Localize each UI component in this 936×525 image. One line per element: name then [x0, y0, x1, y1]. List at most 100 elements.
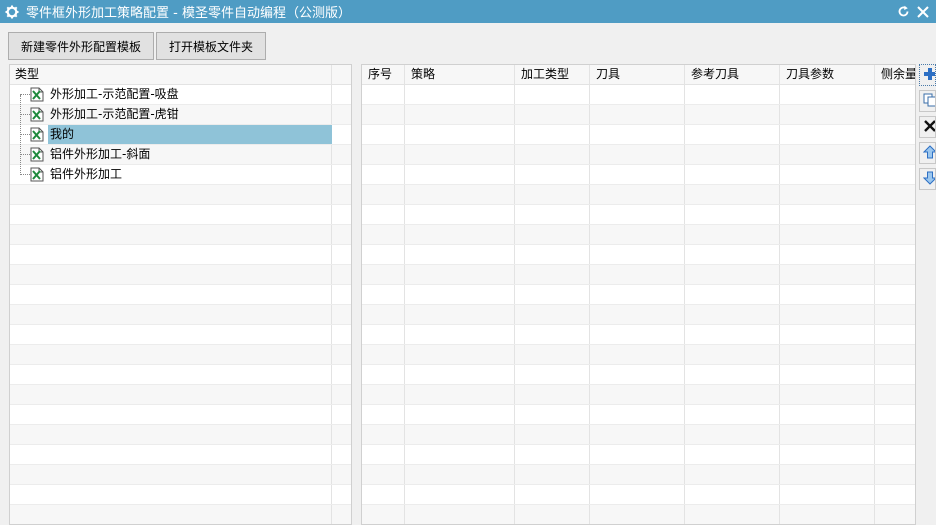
grid-cell [405, 245, 515, 264]
grid-cell [405, 425, 515, 444]
grid-cell [405, 85, 515, 104]
grid-cell [405, 205, 515, 224]
grid-cell [515, 325, 590, 344]
grid-cell [362, 485, 405, 504]
grid-cell [590, 385, 685, 404]
grid-cell [780, 365, 875, 384]
grid-cell [590, 225, 685, 244]
column-header-type[interactable]: 类型 [10, 65, 332, 84]
tree-row [10, 305, 351, 325]
grid-cell [875, 485, 915, 504]
column-header[interactable]: 刀具参数 [780, 65, 875, 84]
grid-cell [685, 225, 780, 244]
grid-row [362, 305, 915, 325]
grid-cell [405, 225, 515, 244]
grid-cell [685, 165, 780, 184]
grid-cell [875, 125, 915, 144]
add-row-button[interactable] [919, 64, 936, 86]
grid-cell [875, 225, 915, 244]
grid-cell [590, 425, 685, 444]
grid-cell [875, 365, 915, 384]
grid-cell [685, 505, 780, 524]
grid-cell [515, 445, 590, 464]
grid-cell [590, 105, 685, 124]
grid-cell [875, 245, 915, 264]
grid-header: 序号 策略 加工类型 刀具 参考刀具 刀具参数 侧余量 [362, 65, 915, 85]
grid-cell [685, 445, 780, 464]
grid-cell [780, 185, 875, 204]
grid-cell [590, 405, 685, 424]
column-header[interactable]: 参考刀具 [685, 65, 780, 84]
tree-row [10, 325, 351, 345]
grid-cell [685, 425, 780, 444]
grid-cell [685, 365, 780, 384]
tree-vertical-connector [20, 95, 21, 175]
grid-cell [515, 185, 590, 204]
grid-cell [590, 325, 685, 344]
tree-row [10, 245, 351, 265]
grid-cell [362, 305, 405, 324]
move-up-button[interactable] [919, 142, 936, 164]
template-file-icon [30, 107, 44, 122]
toolbar: 新建零件外形配置模板 打开模板文件夹 [0, 23, 936, 63]
column-header[interactable]: 策略 [405, 65, 515, 84]
grid-cell [780, 205, 875, 224]
grid-cell [685, 285, 780, 304]
close-icon[interactable] [916, 5, 930, 19]
tree-row [10, 445, 351, 465]
grid-cell [362, 125, 405, 144]
tree-row [10, 225, 351, 245]
tree-row: 外形加工-示范配置-虎钳 [10, 105, 351, 125]
grid-cell [780, 385, 875, 404]
grid-cell [875, 345, 915, 364]
move-down-button[interactable] [919, 168, 936, 190]
grid-cell [685, 345, 780, 364]
grid-row [362, 485, 915, 505]
refresh-icon[interactable] [896, 5, 910, 19]
template-file-icon [30, 147, 44, 162]
grid-cell [405, 285, 515, 304]
tree-row [10, 505, 351, 524]
column-header[interactable]: 侧余量 [875, 65, 915, 84]
new-template-button[interactable]: 新建零件外形配置模板 [8, 32, 154, 60]
grid-row [362, 345, 915, 365]
grid-cell [362, 85, 405, 104]
tree-row [10, 365, 351, 385]
grid-cell [405, 465, 515, 484]
grid-cell [685, 145, 780, 164]
tree-row [10, 205, 351, 225]
tree-row [10, 345, 351, 365]
grid-cell [685, 185, 780, 204]
open-template-folder-button[interactable]: 打开模板文件夹 [156, 32, 266, 60]
grid-cell [685, 265, 780, 284]
grid-cell [875, 305, 915, 324]
column-header[interactable]: 序号 [362, 65, 405, 84]
move-up-icon [922, 144, 935, 162]
grid-cell [362, 145, 405, 164]
grid-cell [590, 305, 685, 324]
tree-item-label: 我的 [48, 125, 332, 144]
template-tree-grid: 类型 外形加工-示范配置-吸盘 外形加工-示范配置-虎钳 我的 铝件外形加工-斜面 铝件… [9, 64, 352, 525]
grid-cell [590, 485, 685, 504]
tree-item-label: 外形加工-示范配置-虎钳 [50, 107, 179, 121]
grid-cell [405, 345, 515, 364]
grid-cell [780, 105, 875, 124]
grid-row [362, 205, 915, 225]
tree-connector [20, 94, 30, 95]
grid-cell [780, 145, 875, 164]
tree-connector [20, 154, 30, 155]
copy-row-button[interactable] [919, 90, 936, 112]
delete-row-button[interactable] [919, 116, 936, 138]
grid-cell [780, 485, 875, 504]
grid-cell [590, 445, 685, 464]
grid-cell [362, 285, 405, 304]
grid-cell [590, 125, 685, 144]
grid-cell [405, 325, 515, 344]
grid-cell [685, 385, 780, 404]
grid-cell [875, 285, 915, 304]
copy-icon [923, 93, 935, 110]
grid-row [362, 425, 915, 445]
grid-cell [685, 405, 780, 424]
column-header[interactable]: 加工类型 [515, 65, 590, 84]
column-header[interactable]: 刀具 [590, 65, 685, 84]
